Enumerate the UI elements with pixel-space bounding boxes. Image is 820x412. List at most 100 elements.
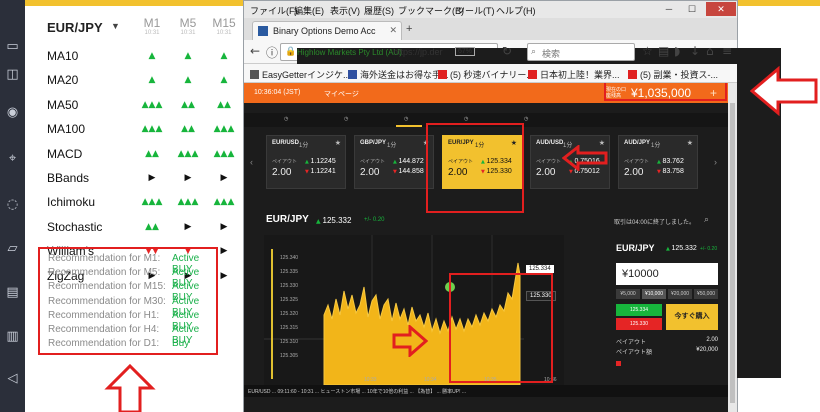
scrollbar[interactable] xyxy=(728,83,737,412)
highlight-arrow-right xyxy=(392,325,428,357)
zoom-icon[interactable]: ⌕ xyxy=(704,214,709,225)
highlight-arrow-left xyxy=(562,145,608,171)
chevron-left-icon[interactable]: ‹ xyxy=(250,157,253,167)
hamburger-menu-icon[interactable]: ≡ xyxy=(722,44,732,58)
maximize-icon[interactable]: ☐ xyxy=(681,2,703,16)
status-square xyxy=(616,361,621,366)
signal-m5-icon: ▲ xyxy=(184,51,192,61)
signal-m5-icon: ▶ xyxy=(184,221,192,232)
signal-m5-icon: ▲▲▲ xyxy=(177,148,199,159)
pocket-icon[interactable]: ◗ xyxy=(674,44,680,58)
ask-price-tag: 125.334 xyxy=(526,265,554,273)
dashboard-icon[interactable]: ▭ xyxy=(4,38,21,55)
menu-help[interactable]: ヘルプ(H) xyxy=(496,4,536,17)
close-icon[interactable]: ✕ xyxy=(706,2,736,16)
y-tick-label: 125.330 xyxy=(280,283,298,289)
preset-button[interactable]: ¥50,000 xyxy=(694,289,718,299)
y-tick-label: 125.315 xyxy=(280,325,298,331)
favorite-star-icon[interactable]: ★ xyxy=(687,139,693,147)
payout-amount-row: ペイアウト額 ¥20,000 xyxy=(616,347,718,356)
preset-button[interactable]: ¥10,000 xyxy=(642,289,666,299)
location-pin-icon[interactable]: ⌖ xyxy=(4,150,21,167)
asset-card[interactable]: AUD/JPY1分 2.00 83.762 83.758 ペイアウト ★ xyxy=(618,135,698,189)
signal-m5-icon: ▲ xyxy=(184,75,192,86)
bookmark-item[interactable]: (5) 副業・投資ス-... xyxy=(628,68,718,81)
back-icon[interactable]: ← xyxy=(250,44,260,58)
asset-card[interactable]: EUR/USD1分 2.00 1.12245 1.12241 ペイアウト ★ xyxy=(266,135,346,189)
high-button[interactable]: 125.334 xyxy=(616,304,662,316)
pair-selector[interactable]: EUR/JPY xyxy=(47,20,103,35)
copy-icon[interactable]: ▤ xyxy=(4,284,21,301)
api-icon[interactable]: ◌ xyxy=(4,196,21,213)
menu-tools[interactable]: ツール(T) xyxy=(456,4,495,17)
cards-icon[interactable]: ◫ xyxy=(4,66,21,83)
indicator-name: MACD xyxy=(47,146,83,161)
card-pair: AUD/USD xyxy=(536,140,564,146)
preset-button[interactable]: ¥5,000 xyxy=(616,289,640,299)
product-tab-clock-icon[interactable]: ◷ xyxy=(284,116,288,122)
speaker-icon[interactable]: ◁ xyxy=(4,370,21,387)
tab-close-icon[interactable]: ✕ xyxy=(389,25,397,36)
signal-m1-icon: ▲▲▲ xyxy=(141,99,163,110)
menu-bookmarks[interactable]: ブックマーク(B) xyxy=(398,4,464,17)
signal-m15-icon: ▶ xyxy=(220,221,228,232)
y-tick-label: 125.340 xyxy=(280,255,298,261)
chevron-right-icon[interactable]: › xyxy=(714,157,717,167)
library-icon[interactable]: ▤ xyxy=(658,44,669,58)
chart-pair: EUR/JPY xyxy=(266,214,309,225)
signal-m1-icon: ▲▲▲ xyxy=(141,197,163,208)
home-icon[interactable]: ⌂ xyxy=(706,44,714,58)
product-tab-clock-icon[interactable]: ◷ xyxy=(344,116,348,122)
card-ask: 83.762 xyxy=(657,158,683,165)
reload-icon[interactable]: ↻ xyxy=(502,44,512,58)
bookmark-item[interactable]: (5) 秒速バイナリー... xyxy=(438,68,534,81)
browser-window: ファイル(F) 編集(E) 表示(V) 履歴(S) ブックマーク(B) ツール(… xyxy=(243,0,781,412)
bookmark-item[interactable]: EasyGetterインジケ... xyxy=(250,68,351,81)
zoom-level[interactable]: 67% xyxy=(455,47,476,56)
bookmarks-bar: EasyGetterインジケ... 海外送金はお得な手... (5) 秒速バイナ… xyxy=(244,64,737,83)
camera-icon[interactable]: ◉ xyxy=(4,104,21,121)
minimize-icon[interactable]: ─ xyxy=(658,2,680,16)
menu-history[interactable]: 履歴(S) xyxy=(364,4,394,17)
folder-icon[interactable]: ▱ xyxy=(4,240,21,257)
mypage-link[interactable]: マイページ xyxy=(324,89,359,99)
indicator-row: MACD ▲▲ ▲▲▲ ▲▲▲ xyxy=(47,144,243,166)
chevron-down-icon[interactable]: ▼ xyxy=(111,21,120,31)
recommendation-label: Recommendation for H4: xyxy=(48,324,160,335)
bookmark-item[interactable]: 海外送金はお得な手... xyxy=(348,68,449,81)
left-toolbar: ▭ ◫ ◉ ⌖ ◌ ▱ ▤ ▥ ◁ xyxy=(0,0,25,412)
card-pair: AUD/JPY xyxy=(624,140,651,146)
new-tab-icon[interactable]: + xyxy=(406,23,412,35)
asset-card[interactable]: GBP/JPY1分2.00144.872144.858ペイアウト★ xyxy=(354,135,434,189)
preset-button[interactable]: ¥20,000 xyxy=(668,289,692,299)
address-bar[interactable]: 🔒 Highlow Markets Pty Ltd (AU) https://j… xyxy=(280,43,781,378)
tab-bar: Binary Options Demo Acc ✕ + xyxy=(244,18,737,40)
menu-file[interactable]: ファイル(F) xyxy=(250,4,298,17)
amount-input[interactable]: ¥10000 xyxy=(616,263,718,285)
menu-edit[interactable]: 編集(E) xyxy=(294,4,324,17)
favorite-star-icon[interactable]: ★ xyxy=(335,139,341,147)
indicator-row: BBands ▶ ▶ ▶ xyxy=(47,168,243,190)
low-button[interactable]: 125.330 xyxy=(616,318,662,330)
download-icon[interactable]: ↓ xyxy=(690,44,700,58)
amount-presets: ¥5,000 ¥10,000 ¥20,000 ¥50,000 xyxy=(616,289,718,299)
browser-tab[interactable]: Binary Options Demo Acc ✕ xyxy=(252,21,402,40)
buy-now-button[interactable]: 今すぐ購入 xyxy=(666,304,718,330)
scrollbar-thumb[interactable] xyxy=(730,103,735,403)
info-icon[interactable]: ⓘ xyxy=(266,44,278,61)
product-tab-clock-icon[interactable]: ◷ xyxy=(524,116,528,122)
clipboard-icon[interactable]: ▥ xyxy=(4,328,21,345)
news-ticker: EUR/USD ... 09:11:60 - 10:31 ... ヒューストン市… xyxy=(244,385,728,397)
product-tab-clock-icon[interactable]: ◷ xyxy=(404,116,408,122)
indicator-name: MA50 xyxy=(47,97,79,112)
product-tab-clock-icon[interactable]: ◷ xyxy=(464,116,468,122)
order-rate: 125.332 xyxy=(666,245,696,252)
recommendation-row: Recommendation for M30: Active BUY xyxy=(48,296,220,318)
bookmark-star-icon[interactable]: ☆ xyxy=(642,44,653,58)
menu-view[interactable]: 表示(V) xyxy=(330,4,360,17)
trading-page: 10:36:04 (JST) マイページ 現在の口座残高 ¥1,035,000 … xyxy=(244,83,728,412)
search-input[interactable]: ⌕ 検索 xyxy=(527,43,635,61)
signal-m5-icon: ▲▲▲ xyxy=(177,197,199,208)
indicator-name: Stochastic xyxy=(47,219,103,234)
bookmark-item[interactable]: 日本初上陸！業界... xyxy=(528,68,620,81)
